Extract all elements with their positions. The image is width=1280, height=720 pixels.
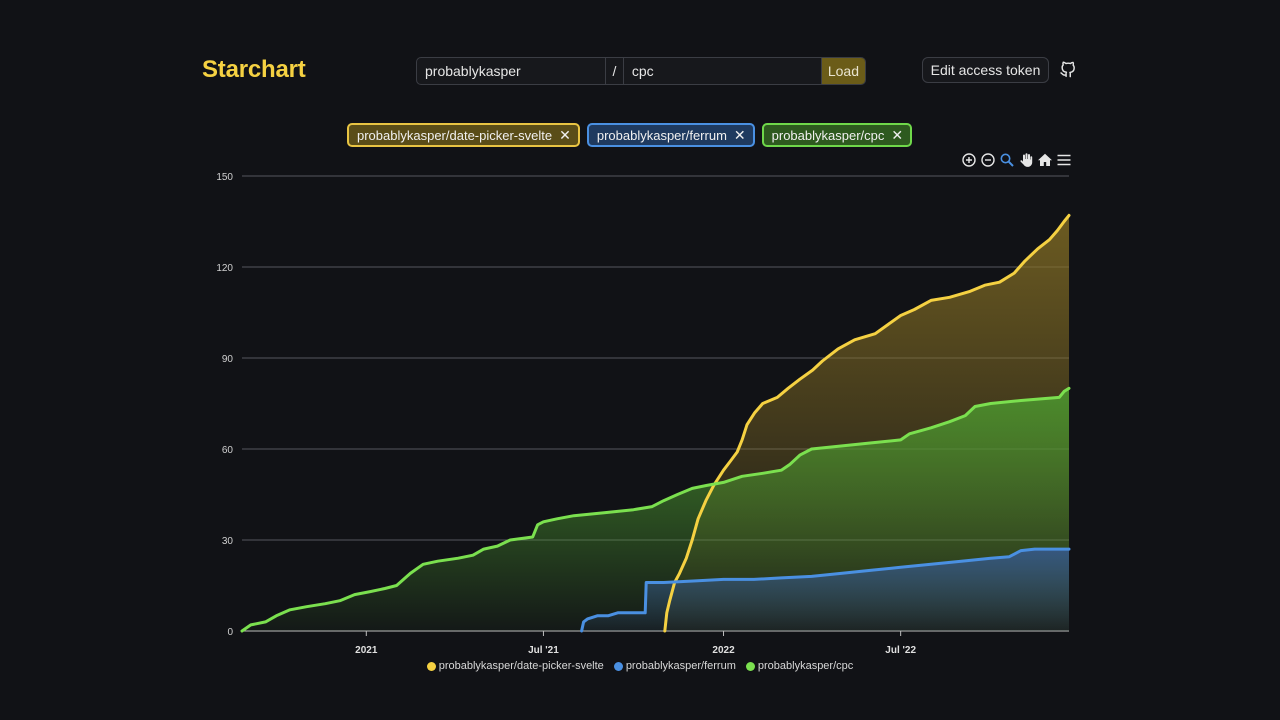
y-tick-label: 0 bbox=[227, 627, 233, 638]
legend-marker bbox=[745, 661, 755, 671]
legend-label: probablykasper/date-picker-svelte bbox=[438, 660, 604, 672]
y-tick-label: 150 bbox=[216, 172, 233, 183]
x-tick-label: 2021 bbox=[355, 645, 378, 656]
y-tick-label: 120 bbox=[216, 263, 233, 274]
x-tick-label: Jul '22 bbox=[885, 645, 916, 656]
legend-label: probablykasper/ferrum bbox=[625, 660, 736, 672]
y-tick-label: 30 bbox=[222, 536, 234, 547]
x-tick-label: 2022 bbox=[712, 645, 735, 656]
legend-item-cpc[interactable]: probablykasper/cpc bbox=[745, 660, 854, 672]
legend-marker bbox=[426, 661, 436, 671]
legend-label: probablykasper/cpc bbox=[757, 660, 854, 672]
x-tick-label: Jul '21 bbox=[528, 645, 559, 656]
y-tick-label: 60 bbox=[222, 445, 234, 456]
legend-item-ferrum[interactable]: probablykasper/ferrum bbox=[613, 660, 736, 672]
legend-marker bbox=[613, 661, 623, 671]
stars-chart[interactable]: 0 30 60 90 120 150 2021 Jul '21 2022 Jul '22 bbox=[0, 0, 1280, 660]
chart-legend: probablykasper/date-picker-svelte probab… bbox=[0, 660, 1280, 672]
y-tick-label: 90 bbox=[222, 354, 234, 365]
legend-item-date-picker-svelte[interactable]: probablykasper/date-picker-svelte bbox=[426, 660, 604, 672]
starchart-page: Starchart / Load Edit access token proba… bbox=[0, 0, 1280, 720]
